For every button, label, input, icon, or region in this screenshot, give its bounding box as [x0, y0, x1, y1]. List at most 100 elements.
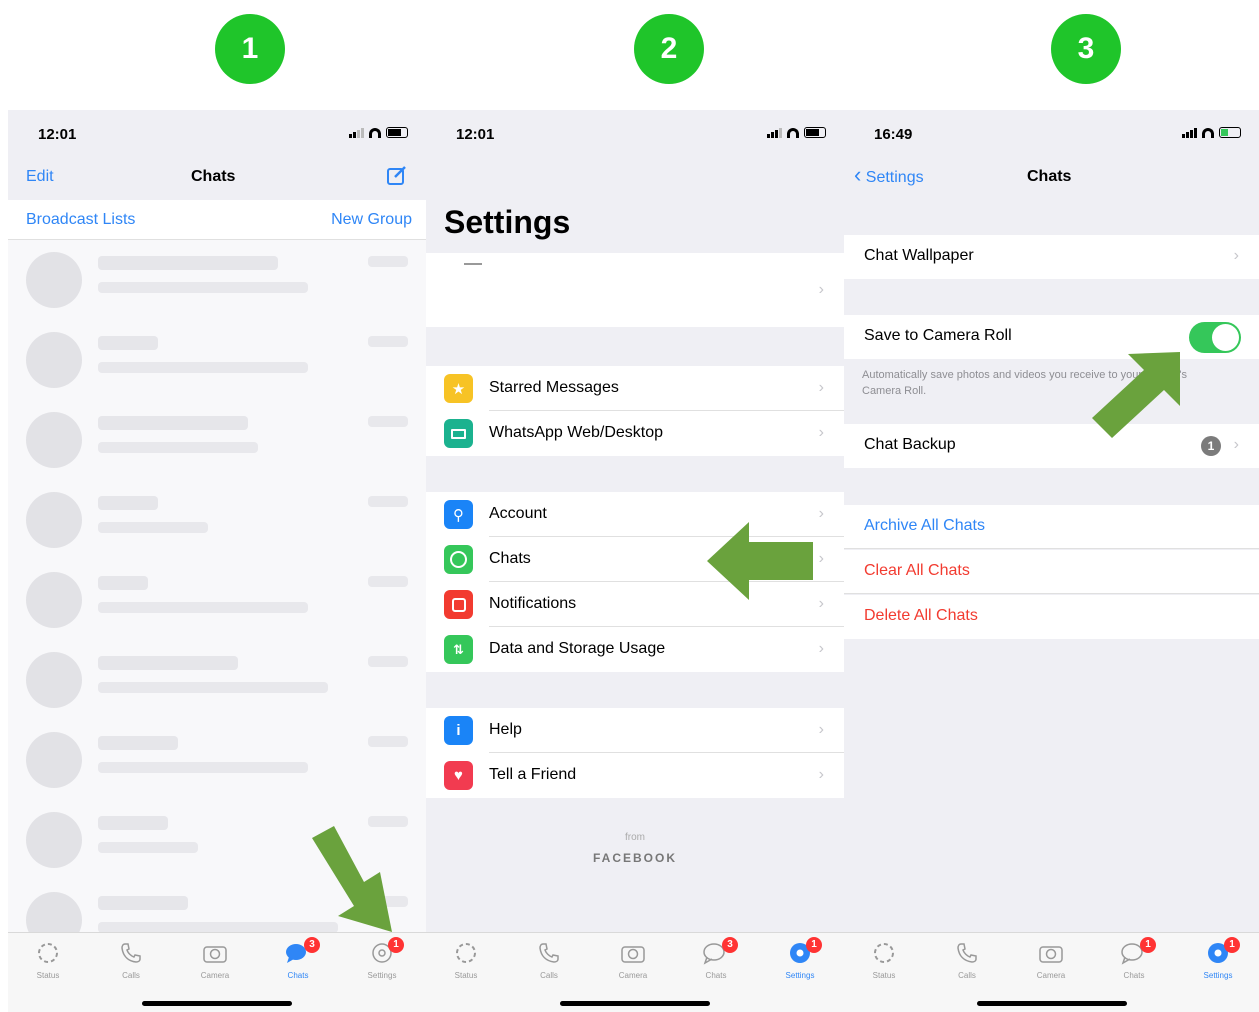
compose-icon[interactable] [386, 164, 408, 186]
profile-row[interactable]: › [426, 253, 844, 327]
clear-all-chats-row[interactable]: Clear All Chats [844, 550, 1259, 594]
row-label: Help [489, 721, 522, 738]
settings-badge: 1 [806, 937, 822, 953]
from-label: from [625, 832, 645, 843]
status-bar: 12:01 [8, 110, 426, 160]
notification-icon [444, 590, 473, 619]
tab-calls[interactable]: Calls [519, 941, 579, 980]
signal-icon [767, 127, 782, 138]
tab-label: Status [36, 971, 60, 980]
whatsapp-web-row[interactable]: WhatsApp Web/Desktop › [426, 411, 844, 456]
status-time: 12:01 [38, 126, 77, 143]
home-indicator [976, 1001, 1127, 1006]
wifi-icon [787, 127, 799, 138]
tab-settings[interactable]: Settings 1 [1188, 937, 1248, 980]
star-icon: ★ [444, 374, 473, 403]
avatar [26, 812, 82, 868]
facebook-label: FACEBOOK [592, 851, 677, 865]
avatar [26, 412, 82, 468]
nav-bar: ‹ Settings Chats [844, 160, 1259, 204]
edit-button[interactable]: Edit [26, 168, 54, 186]
signal-icon [1182, 127, 1197, 138]
avatar [26, 252, 82, 308]
tab-settings[interactable]: Settings 1 [770, 937, 830, 980]
chats-badge: 1 [1140, 937, 1156, 953]
status-icon [456, 943, 476, 963]
tab-bar: Status Calls Camera Chats 3 Settings 1 [426, 932, 844, 1012]
row-label: Chat Wallpaper [864, 247, 974, 264]
chats-badge: 3 [722, 937, 738, 953]
chat-row[interactable] [8, 720, 426, 800]
tab-calls[interactable]: Calls [937, 941, 997, 980]
tab-label: Calls [540, 971, 558, 980]
tab-calls[interactable]: Calls [101, 941, 161, 980]
heart-icon: ♥ [444, 761, 473, 790]
laptop-icon [444, 419, 473, 448]
tell-a-friend-row[interactable]: ♥ Tell a Friend › [426, 753, 844, 798]
tab-settings[interactable]: Settings 1 [352, 937, 412, 980]
settings-title: Settings [444, 204, 571, 240]
chat-row[interactable] [8, 480, 426, 560]
chat-row[interactable] [8, 240, 426, 320]
chevron-right-icon: › [1233, 436, 1239, 453]
chat-wallpaper-row[interactable]: Chat Wallpaper › [844, 235, 1259, 279]
phone-icon [539, 943, 559, 963]
whatsapp-icon [444, 545, 473, 574]
chat-row[interactable] [8, 640, 426, 720]
status-time: 12:01 [456, 126, 495, 143]
row-label: Save to Camera Roll [864, 327, 1012, 344]
chat-row[interactable] [8, 560, 426, 640]
chevron-right-icon: › [818, 505, 824, 522]
tab-chats[interactable]: Chats 3 [268, 937, 328, 980]
home-indicator [560, 1001, 710, 1006]
tab-label: Chats [1123, 971, 1145, 980]
tab-camera[interactable]: Camera [1021, 941, 1081, 980]
tab-camera[interactable]: Camera [603, 941, 663, 980]
battery-icon [386, 127, 408, 138]
clear-all-chats-label: Clear All Chats [864, 562, 970, 579]
row-label: Tell a Friend [489, 766, 577, 783]
new-group-link[interactable]: New Group [331, 211, 412, 229]
archive-all-chats-row[interactable]: Archive All Chats [844, 505, 1259, 549]
row-label: WhatsApp Web/Desktop [489, 424, 664, 441]
row-label: Starred Messages [489, 379, 619, 396]
tab-chats[interactable]: Chats 1 [1104, 937, 1164, 980]
tab-chats[interactable]: Chats 3 [686, 937, 746, 980]
step-1-badge: 1 [215, 14, 285, 84]
camera-icon [203, 946, 227, 963]
status-icons [349, 127, 408, 138]
broadcast-lists-link[interactable]: Broadcast Lists [26, 211, 135, 229]
tab-status[interactable]: Status [18, 941, 78, 980]
chevron-right-icon: › [818, 379, 824, 396]
phone-icon [121, 943, 141, 963]
tab-label: Chats [705, 971, 727, 980]
chevron-right-icon: › [818, 766, 824, 783]
tab-camera[interactable]: Camera [185, 941, 245, 980]
chat-row[interactable] [8, 320, 426, 400]
tab-status[interactable]: Status [854, 941, 914, 980]
back-label: Settings [865, 169, 924, 186]
toggle-knob [1212, 324, 1239, 351]
chat-backup-row[interactable]: Chat Backup 1 › [844, 424, 1259, 468]
delete-all-chats-row[interactable]: Delete All Chats [844, 595, 1259, 639]
tab-label: Calls [122, 971, 140, 980]
info-icon: i [444, 716, 473, 745]
back-button[interactable]: ‹ Settings [854, 164, 924, 187]
starred-messages-row[interactable]: ★ Starred Messages › [426, 366, 844, 411]
chat-row[interactable] [8, 400, 426, 480]
row-label: Chats [489, 550, 531, 567]
save-to-camera-roll-toggle[interactable] [1189, 322, 1241, 353]
row-label: Account [489, 505, 547, 522]
chevron-right-icon: › [818, 640, 824, 657]
chevron-right-icon: › [818, 424, 824, 441]
data-storage-row[interactable]: ⇅ Data and Storage Usage › [426, 627, 844, 672]
tab-bar: Status Calls Camera Chats 1 Settings 1 [844, 932, 1259, 1012]
help-row[interactable]: i Help › [426, 708, 844, 753]
tab-label: Chats [287, 971, 309, 980]
archive-all-chats-label: Archive All Chats [864, 517, 985, 534]
status-icon [874, 943, 894, 963]
tab-status[interactable]: Status [436, 941, 496, 980]
tab-label: Status [872, 971, 896, 980]
page-title: Chats [191, 168, 236, 185]
wifi-icon [1202, 127, 1214, 138]
